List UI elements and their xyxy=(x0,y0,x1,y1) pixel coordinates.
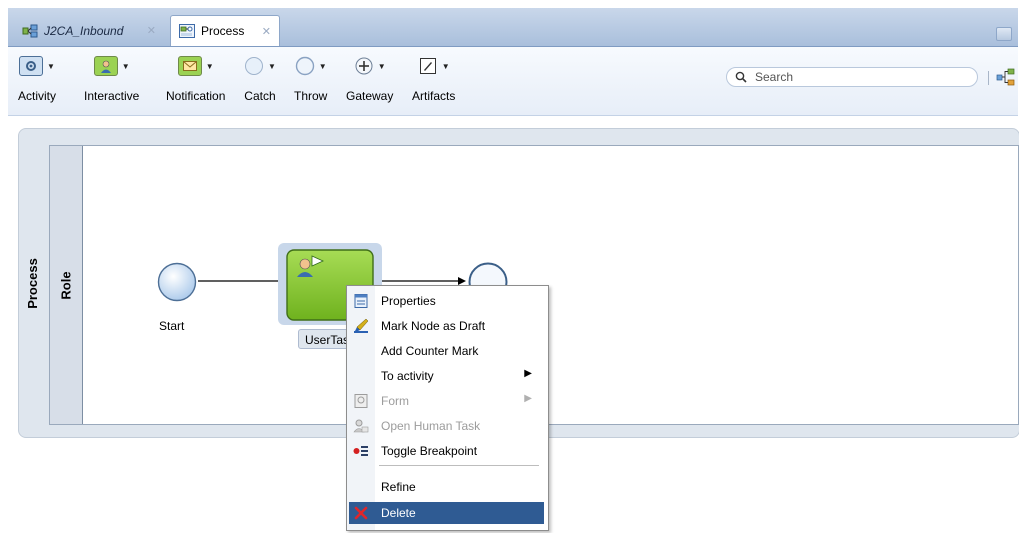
form-icon xyxy=(354,394,368,408)
chevron-down-icon: ▼ xyxy=(121,61,130,71)
composite-icon xyxy=(22,24,38,37)
menu-label: Delete xyxy=(381,506,416,520)
tab-j2ca-inbound[interactable]: J2CA_Inbound ✕ xyxy=(14,17,164,44)
catch-event-icon xyxy=(245,57,263,75)
throw-event-icon xyxy=(295,56,314,76)
menu-label: Mark Node as Draft xyxy=(381,319,486,333)
chevron-down-icon: ▼ xyxy=(441,61,450,71)
menu-item-open-human-task[interactable]: Open Human Task xyxy=(349,415,544,437)
activity-icon xyxy=(19,56,44,76)
tool-label: Artifacts xyxy=(412,89,456,103)
delete-icon xyxy=(354,506,368,520)
start-label: Start xyxy=(159,319,185,333)
tool-label: Activity xyxy=(18,89,57,103)
pool-header: Process xyxy=(19,129,45,437)
toolbar-separator xyxy=(988,71,989,85)
tool-label: Catch xyxy=(244,89,276,103)
tab-label: J2CA_Inbound xyxy=(44,23,124,38)
tool-label: Interactive xyxy=(84,89,140,103)
lane-header: Role xyxy=(50,146,83,424)
search-icon xyxy=(735,71,747,83)
menu-label: Form xyxy=(381,394,409,408)
search-field[interactable] xyxy=(726,67,978,87)
close-icon[interactable]: ✕ xyxy=(147,24,156,37)
search-input[interactable] xyxy=(753,69,967,85)
artifacts-icon xyxy=(419,58,436,74)
editor-tab-strip: J2CA_Inbound ✕ Process ✕ xyxy=(8,8,1018,47)
gateway-icon xyxy=(355,57,373,75)
tool-interactive[interactable]: ▼ Interactive xyxy=(84,53,139,109)
menu-label: To activity xyxy=(381,369,434,383)
structure-icon[interactable] xyxy=(996,67,1016,87)
menu-item-delete[interactable]: Delete xyxy=(349,502,544,524)
menu-label: Open Human Task xyxy=(381,419,481,433)
tool-gateway[interactable]: ▼ Gateway xyxy=(346,53,393,109)
tool-activity[interactable]: ▼ Activity xyxy=(18,53,56,109)
menu-item-toggle-breakpoint[interactable]: Toggle Breakpoint xyxy=(349,440,544,462)
notification-icon xyxy=(177,56,202,76)
component-palette-toolbar: ▼ Activity ▼ Interactive ▼ Notification xyxy=(8,47,1018,116)
mark-draft-icon xyxy=(354,318,369,333)
chevron-down-icon: ▼ xyxy=(47,61,55,71)
maximize-icon[interactable] xyxy=(996,27,1012,41)
menu-label: Refine xyxy=(381,480,416,494)
tool-notification[interactable]: ▼ Notification xyxy=(166,53,225,109)
menu-item-to-activity[interactable]: To activity ▶ xyxy=(349,365,544,387)
menu-item-refine[interactable]: Refine xyxy=(349,476,544,498)
tool-label: Throw xyxy=(294,89,328,103)
tool-throw[interactable]: ▼ Throw xyxy=(294,53,327,109)
menu-item-properties[interactable]: Properties xyxy=(349,290,544,312)
start-event[interactable] xyxy=(156,261,198,303)
tool-label: Gateway xyxy=(346,89,394,103)
tool-catch[interactable]: ▼ Catch xyxy=(244,53,276,109)
submenu-arrow-icon: ▶ xyxy=(524,393,532,404)
process-icon xyxy=(179,24,195,38)
human-task-icon xyxy=(353,419,369,433)
submenu-arrow-icon: ▶ xyxy=(524,368,532,379)
menu-separator xyxy=(379,465,539,466)
menu-item-add-counter-mark[interactable]: Add Counter Mark xyxy=(349,340,544,362)
chevron-down-icon: ▼ xyxy=(205,61,214,71)
tab-label: Process xyxy=(201,24,245,38)
breakpoint-icon xyxy=(353,446,368,456)
menu-label: Properties xyxy=(381,294,436,308)
properties-icon xyxy=(354,294,368,308)
menu-label: Add Counter Mark xyxy=(381,344,479,358)
chevron-down-icon: ▼ xyxy=(377,61,386,71)
process-editor-window: J2CA_Inbound ✕ Process ✕ ▼ Activity ▼ In… xyxy=(0,0,1019,533)
lane-label: Role xyxy=(58,270,74,300)
interactive-icon xyxy=(93,56,118,76)
menu-item-mark-node-as-draft[interactable]: Mark Node as Draft xyxy=(349,315,544,337)
context-menu: Properties Mark Node as Draft Add Counte… xyxy=(346,285,549,531)
tool-artifacts[interactable]: ▼ Artifacts xyxy=(412,53,455,109)
tab-process[interactable]: Process ✕ xyxy=(170,15,280,46)
tool-label: Notification xyxy=(166,89,226,103)
pool-label: Process xyxy=(24,257,40,309)
chevron-down-icon: ▼ xyxy=(268,61,276,71)
menu-label: Toggle Breakpoint xyxy=(381,444,478,458)
close-icon[interactable]: ✕ xyxy=(262,25,271,38)
menu-item-form[interactable]: Form ▶ xyxy=(349,390,544,412)
chevron-down-icon: ▼ xyxy=(318,61,327,71)
